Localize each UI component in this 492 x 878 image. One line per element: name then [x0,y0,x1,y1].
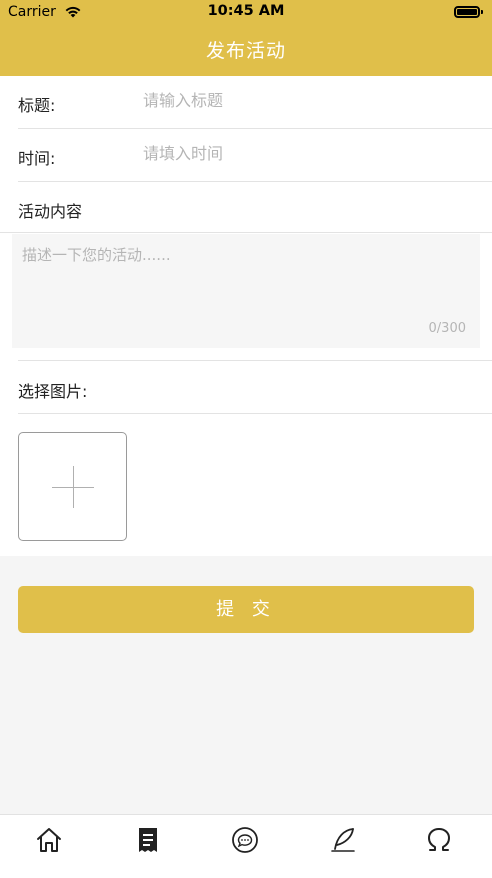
plus-icon [73,466,74,508]
screen: Carrier 10:45 AM 发布活动 标题: 时间: 活动内容 0 [0,0,492,878]
page-title: 发布活动 [205,40,286,62]
content-row: 活动内容 [0,182,492,232]
title-label: 标题: [18,96,56,115]
add-image-button[interactable] [18,432,127,541]
time-label: 时间: [18,149,56,168]
title-row: 标题: [0,76,492,128]
tab-home[interactable] [34,825,70,861]
content-textarea[interactable] [22,244,470,314]
time-row: 时间: [0,129,492,181]
document-icon [139,828,157,852]
image-label: 选择图片: [18,382,88,401]
content-label: 活动内容 [18,202,83,221]
divider [18,413,492,414]
status-time: 10:45 AM [207,3,285,19]
tab-profile[interactable] [424,825,460,861]
divider [0,232,492,233]
char-counter: 0/300 [428,321,466,336]
quill-icon [331,828,355,852]
title-input[interactable] [143,91,463,110]
tab-documents[interactable] [133,825,169,861]
omega-icon [428,828,450,851]
tab-publish[interactable] [328,825,364,861]
home-icon [37,828,61,852]
activity-form: 标题: 时间: 活动内容 0/300 选择图片: [0,76,492,556]
tab-messages[interactable] [230,825,266,861]
content-textarea-box: 0/300 [12,234,480,348]
chat-icon [232,827,258,853]
top-bar: Carrier 10:45 AM 发布活动 [0,0,492,76]
battery-icon [454,6,483,18]
time-input[interactable] [143,144,463,163]
tab-bar [0,814,492,878]
submit-button[interactable]: 提 交 [18,586,474,633]
image-row: 选择图片: [0,361,492,413]
